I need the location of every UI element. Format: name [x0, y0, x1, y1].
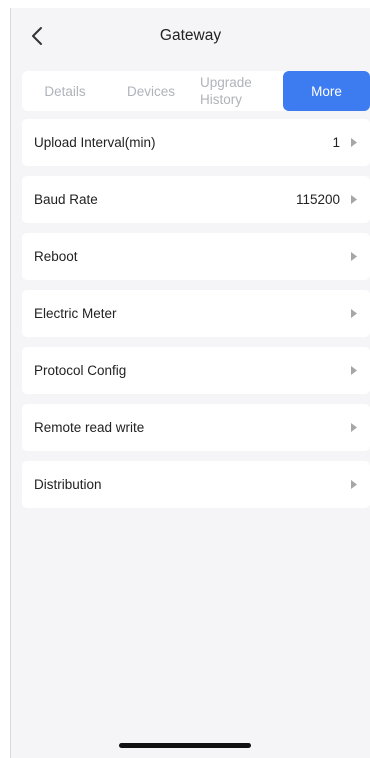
tab-upgrade-history[interactable]: Upgrade History	[200, 71, 280, 111]
setting-value: 115200	[295, 192, 340, 207]
setting-label: Remote read write	[34, 420, 145, 435]
home-indicator[interactable]	[119, 743, 251, 748]
caret-right-icon	[351, 309, 357, 318]
tab-devices[interactable]: Devices	[112, 71, 190, 111]
setting-value: 1	[332, 135, 340, 150]
setting-row-protocol-config[interactable]: Protocol Config	[22, 347, 370, 394]
setting-row-baud-rate[interactable]: Baud Rate 115200	[22, 176, 370, 223]
setting-row-reboot[interactable]: Reboot	[22, 233, 370, 280]
setting-label: Baud Rate	[34, 192, 98, 207]
app-screen: Gateway Details Devices Upgrade History …	[10, 8, 370, 758]
tab-upgrade-history-line1: Upgrade	[200, 75, 252, 90]
tab-more[interactable]: More	[283, 71, 370, 111]
setting-row-distribution[interactable]: Distribution	[22, 461, 370, 508]
caret-right-icon	[351, 252, 357, 261]
tab-upgrade-history-label: Upgrade History	[200, 74, 252, 108]
setting-label: Upload Interval(min)	[34, 135, 156, 150]
setting-label: Distribution	[34, 477, 102, 492]
tab-upgrade-history-line2: History	[200, 92, 243, 107]
setting-row-upload-interval[interactable]: Upload Interval(min) 1	[22, 119, 370, 166]
caret-right-icon	[351, 138, 357, 147]
setting-label: Protocol Config	[34, 363, 127, 378]
caret-right-icon	[351, 480, 357, 489]
caret-right-icon	[351, 423, 357, 432]
caret-right-icon	[351, 195, 357, 204]
nav-header: Gateway	[11, 8, 370, 64]
setting-label: Electric Meter	[34, 306, 117, 321]
setting-row-electric-meter[interactable]: Electric Meter	[22, 290, 370, 337]
setting-row-remote-read-write[interactable]: Remote read write	[22, 404, 370, 451]
setting-label: Reboot	[34, 249, 78, 264]
caret-right-icon	[351, 366, 357, 375]
settings-list: Upload Interval(min) 1 Baud Rate 115200 …	[22, 119, 370, 518]
tab-details[interactable]: Details	[22, 71, 108, 111]
tab-bar: Details Devices Upgrade History More	[22, 71, 370, 111]
page-title: Gateway	[159, 27, 222, 44]
